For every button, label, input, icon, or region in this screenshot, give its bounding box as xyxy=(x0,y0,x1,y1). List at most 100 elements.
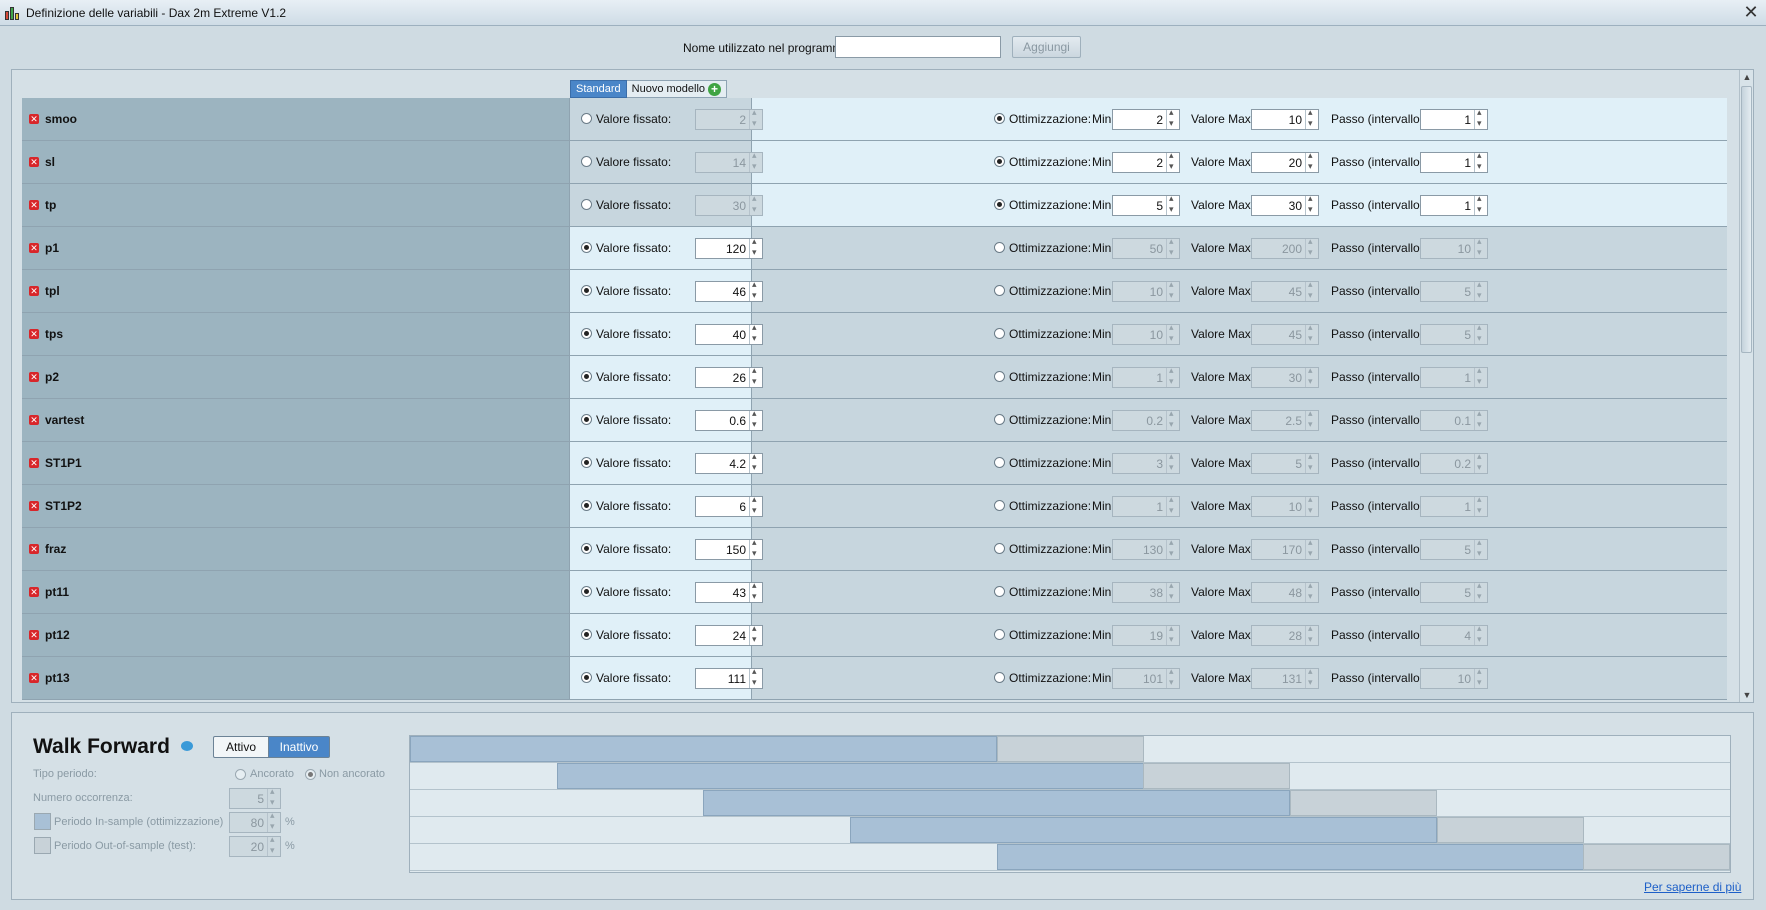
step-stepper[interactable]: 10 xyxy=(1420,666,1488,689)
max-stepper[interactable]: 10 xyxy=(1251,494,1319,517)
stepper-arrows-icon[interactable] xyxy=(1305,193,1318,215)
fixed-value-stepper[interactable]: 43 xyxy=(695,580,763,603)
stepper-arrows-icon[interactable] xyxy=(1474,236,1487,258)
stepper-arrows-icon[interactable] xyxy=(1474,451,1487,473)
radio-optimization[interactable] xyxy=(994,500,1005,511)
max-stepper[interactable]: 5 xyxy=(1251,451,1319,474)
stepper-arrows-icon[interactable] xyxy=(1166,408,1179,430)
step-stepper[interactable]: 1 xyxy=(1420,150,1488,173)
step-stepper[interactable]: 1 xyxy=(1420,365,1488,388)
radio-fixed-value[interactable] xyxy=(581,242,592,253)
radio-fixed-value[interactable] xyxy=(581,156,592,167)
toggle-attivo-button[interactable]: Attivo xyxy=(213,736,269,758)
stepper-arrows-icon[interactable] xyxy=(1305,451,1318,473)
step-stepper[interactable]: 0.2 xyxy=(1420,451,1488,474)
min-stepper[interactable]: 3 xyxy=(1112,451,1180,474)
close-icon[interactable]: ✕ xyxy=(1742,3,1760,21)
stepper-arrows-icon[interactable] xyxy=(1474,537,1487,559)
fixed-value-stepper[interactable]: 26 xyxy=(695,365,763,388)
stepper-arrows-icon[interactable] xyxy=(1166,236,1179,258)
scroll-thumb[interactable] xyxy=(1741,86,1752,353)
add-button[interactable]: Aggiungi xyxy=(1012,36,1081,58)
vertical-scrollbar[interactable]: ▲ ▼ xyxy=(1739,70,1753,702)
stepper-arrows-icon[interactable] xyxy=(1305,408,1318,430)
radio-fixed-value[interactable] xyxy=(581,414,592,425)
stepper-arrows-icon[interactable] xyxy=(1474,322,1487,344)
stepper-arrows-icon[interactable] xyxy=(749,494,762,516)
out-sample-stepper[interactable]: 20 xyxy=(229,834,281,857)
fixed-value-stepper[interactable]: 111 xyxy=(695,666,763,689)
delete-icon[interactable]: ✕ xyxy=(29,630,39,640)
max-stepper[interactable]: 2.5 xyxy=(1251,408,1319,431)
stepper-arrows-icon[interactable] xyxy=(749,150,762,172)
max-stepper[interactable]: 131 xyxy=(1251,666,1319,689)
stepper-arrows-icon[interactable] xyxy=(1305,150,1318,172)
radio-fixed-value[interactable] xyxy=(581,672,592,683)
delete-icon[interactable]: ✕ xyxy=(29,286,39,296)
step-stepper[interactable]: 4 xyxy=(1420,623,1488,646)
stepper-arrows-icon[interactable] xyxy=(1166,580,1179,602)
radio-optimization[interactable] xyxy=(994,156,1005,167)
stepper-arrows-icon[interactable] xyxy=(1474,623,1487,645)
stepper-arrows-icon[interactable] xyxy=(267,786,280,808)
radio-optimization[interactable] xyxy=(994,543,1005,554)
delete-icon[interactable]: ✕ xyxy=(29,587,39,597)
radio-optimization[interactable] xyxy=(994,629,1005,640)
stepper-arrows-icon[interactable] xyxy=(749,365,762,387)
radio-fixed-value[interactable] xyxy=(581,586,592,597)
stepper-arrows-icon[interactable] xyxy=(1305,623,1318,645)
min-stepper[interactable]: 10 xyxy=(1112,322,1180,345)
radio-ancorato[interactable] xyxy=(235,769,246,780)
stepper-arrows-icon[interactable] xyxy=(749,193,762,215)
max-stepper[interactable]: 20 xyxy=(1251,150,1319,173)
step-stepper[interactable]: 5 xyxy=(1420,322,1488,345)
min-stepper[interactable]: 10 xyxy=(1112,279,1180,302)
radio-fixed-value[interactable] xyxy=(581,543,592,554)
stepper-arrows-icon[interactable] xyxy=(1166,322,1179,344)
stepper-arrows-icon[interactable] xyxy=(749,279,762,301)
radio-fixed-value[interactable] xyxy=(581,328,592,339)
delete-icon[interactable]: ✕ xyxy=(29,243,39,253)
radio-optimization[interactable] xyxy=(994,199,1005,210)
toggle-inattivo-button[interactable]: Inattivo xyxy=(269,736,330,758)
stepper-arrows-icon[interactable] xyxy=(1305,666,1318,688)
min-stepper[interactable]: 130 xyxy=(1112,537,1180,560)
fixed-value-stepper[interactable]: 14 xyxy=(695,150,763,173)
stepper-arrows-icon[interactable] xyxy=(1166,150,1179,172)
min-stepper[interactable]: 101 xyxy=(1112,666,1180,689)
stepper-arrows-icon[interactable] xyxy=(1474,365,1487,387)
radio-fixed-value[interactable] xyxy=(581,457,592,468)
stepper-arrows-icon[interactable] xyxy=(1166,494,1179,516)
fixed-value-stepper[interactable]: 46 xyxy=(695,279,763,302)
stepper-arrows-icon[interactable] xyxy=(1166,365,1179,387)
max-stepper[interactable]: 30 xyxy=(1251,365,1319,388)
step-stepper[interactable]: 10 xyxy=(1420,236,1488,259)
radio-fixed-value[interactable] xyxy=(581,113,592,124)
min-stepper[interactable]: 5 xyxy=(1112,193,1180,216)
delete-icon[interactable]: ✕ xyxy=(29,415,39,425)
max-stepper[interactable]: 28 xyxy=(1251,623,1319,646)
stepper-arrows-icon[interactable] xyxy=(749,236,762,258)
step-stepper[interactable]: 5 xyxy=(1420,580,1488,603)
delete-icon[interactable]: ✕ xyxy=(29,157,39,167)
stepper-arrows-icon[interactable] xyxy=(1166,623,1179,645)
min-stepper[interactable]: 0.2 xyxy=(1112,408,1180,431)
add-model-plus-icon[interactable]: + xyxy=(708,82,722,96)
scroll-down-icon[interactable]: ▼ xyxy=(1740,688,1754,702)
delete-icon[interactable]: ✕ xyxy=(29,200,39,210)
radio-optimization[interactable] xyxy=(994,414,1005,425)
delete-icon[interactable]: ✕ xyxy=(29,458,39,468)
stepper-arrows-icon[interactable] xyxy=(1166,193,1179,215)
max-stepper[interactable]: 45 xyxy=(1251,322,1319,345)
stepper-arrows-icon[interactable] xyxy=(1474,666,1487,688)
delete-icon[interactable]: ✕ xyxy=(29,544,39,554)
variable-name-input[interactable] xyxy=(835,36,1001,58)
radio-non-ancorato[interactable] xyxy=(305,769,316,780)
delete-icon[interactable]: ✕ xyxy=(29,329,39,339)
delete-icon[interactable]: ✕ xyxy=(29,501,39,511)
radio-fixed-value[interactable] xyxy=(581,199,592,210)
in-sample-stepper[interactable]: 80 xyxy=(229,810,281,833)
min-stepper[interactable]: 50 xyxy=(1112,236,1180,259)
min-stepper[interactable]: 2 xyxy=(1112,150,1180,173)
radio-fixed-value[interactable] xyxy=(581,500,592,511)
